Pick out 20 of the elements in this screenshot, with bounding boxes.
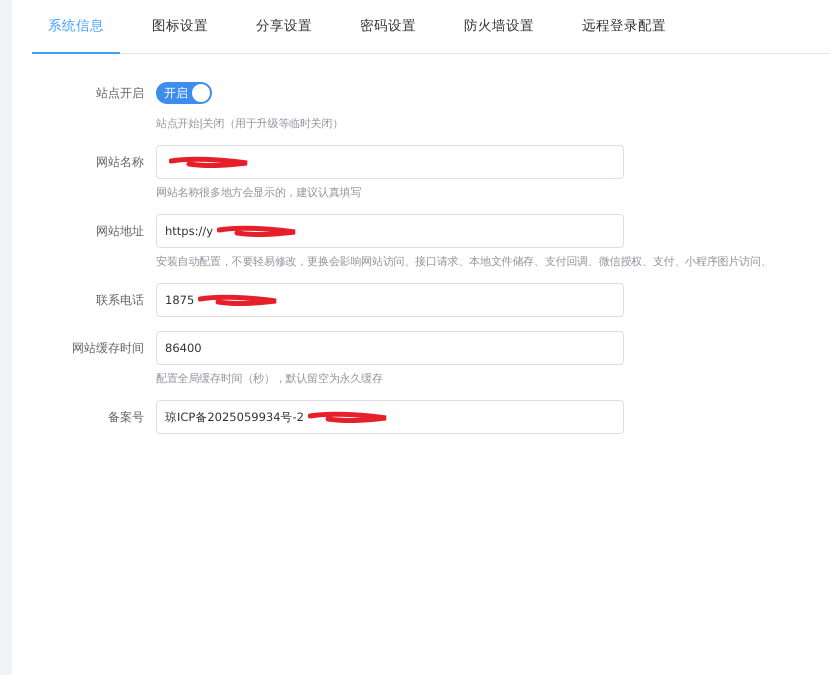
input-field[interactable]: 琼ICP备2025059934号-2 <box>156 400 624 434</box>
hint-text: 配置全局缓存时间（秒），默认留空为永久缓存 <box>156 371 384 386</box>
hint-text: 网站名称很多地方会显示的，建议认真填写 <box>156 185 362 200</box>
tab[interactable]: 分享设置 <box>240 0 328 54</box>
field-label: 网站名称 <box>95 154 145 170</box>
tab[interactable]: 密码设置 <box>344 0 432 54</box>
tab[interactable]: 远程登录配置 <box>566 0 682 54</box>
input-field[interactable]: https://y <box>156 214 624 248</box>
hint-text: 安装自动配置，不要轻易修改，更换会影响网站访问、接口请求、本地文件储存、支付回调、微信授权、支付、小程序图片访问、 <box>156 254 773 269</box>
field-label: 站点开启 <box>95 84 145 102</box>
input-field[interactable]: 86400 <box>156 331 624 365</box>
tab[interactable]: 防火墙设置 <box>448 0 550 54</box>
field-label: 网站缓存时间 <box>71 340 145 356</box>
input-field[interactable]: 1875 <box>156 283 624 317</box>
field-label: 备案号 <box>107 408 145 426</box>
input-field[interactable] <box>156 145 624 179</box>
hint-text: 站点开始|关闭（用于升级等临时关闭） <box>156 116 344 131</box>
tab[interactable]: 图标设置 <box>136 0 224 54</box>
field-label: 联系电话 <box>95 292 145 308</box>
field-label: 网站地址 <box>95 222 145 240</box>
